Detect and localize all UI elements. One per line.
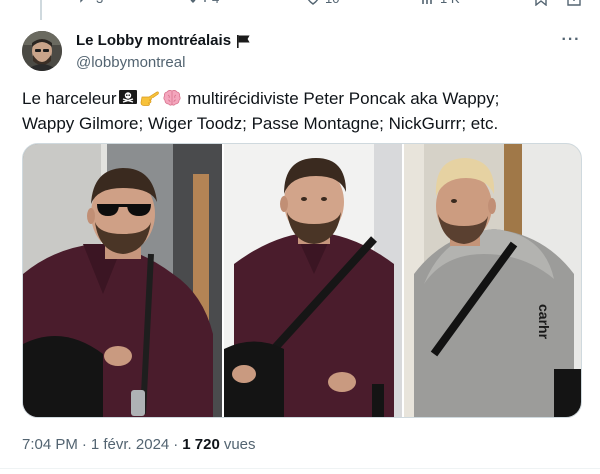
tweet-meta: 7:04 PM · 1 févr. 2024 · 1 720 vues	[22, 436, 256, 453]
views-label: vues	[223, 436, 256, 453]
tweet-line-2: Wappy Gilmore; Wiger Toodz; Passe Montag…	[22, 114, 499, 133]
tweet-text-part: multirécidiviste Peter Poncak aka Wappy;	[182, 89, 500, 108]
bookmark-icon	[535, 0, 547, 6]
display-name[interactable]: Le Lobby montréalais	[76, 32, 231, 49]
author-name-row[interactable]: Le Lobby montréalais	[76, 32, 252, 49]
more-icon: ···	[561, 31, 581, 48]
tweet-text-part: Le harceleur	[22, 89, 117, 108]
photo-1[interactable]	[23, 144, 223, 417]
repost-count: 4	[212, 0, 219, 6]
bookmark-action[interactable]	[534, 0, 548, 6]
tweet-time[interactable]: 7:04 PM	[22, 436, 78, 453]
more-options-button[interactable]: ···	[560, 30, 582, 50]
photo-1-image	[23, 144, 223, 417]
divider	[0, 468, 600, 469]
avatar[interactable]	[22, 31, 62, 71]
photo-3-image: carhr	[403, 144, 581, 417]
reply-icon	[80, 0, 83, 3]
pointing-hand-icon	[140, 91, 159, 106]
views-count: 1 720	[182, 436, 220, 453]
heart-icon	[307, 0, 319, 5]
skull-crossbones-flag-icon	[118, 90, 137, 104]
media-grid[interactable]: carhr	[22, 143, 582, 418]
brain-icon	[162, 90, 181, 106]
meta-separator: ·	[173, 436, 179, 453]
repost-action[interactable]: 4	[190, 0, 219, 6]
reply-count: 3	[96, 0, 103, 6]
share-icon	[567, 0, 581, 6]
like-count: 10	[325, 0, 339, 6]
tweet-text: Le harceleur multirécidiviste Peter Ponc…	[22, 86, 582, 136]
share-action[interactable]	[566, 0, 582, 6]
reply-action[interactable]: 3	[76, 0, 103, 6]
photo-3[interactable]: carhr	[401, 144, 581, 417]
avatar-image	[22, 31, 62, 71]
author-handle[interactable]: @lobbymontreal	[76, 54, 185, 71]
photo-2-image	[224, 144, 402, 417]
views-count-top: 1 K	[440, 0, 460, 6]
repost-icon	[190, 0, 206, 3]
meta-separator: ·	[81, 436, 87, 453]
views-action[interactable]: 1 K	[420, 0, 460, 6]
tweet-date[interactable]: 1 févr. 2024	[91, 436, 169, 453]
bar-chart-icon	[422, 0, 432, 4]
photo-2[interactable]	[222, 144, 402, 417]
svg-text:carhr: carhr	[536, 304, 552, 340]
like-action[interactable]: 10	[305, 0, 339, 6]
tweet-line-1: Le harceleur multirécidiviste Peter Ponc…	[22, 86, 582, 111]
previous-tweet-actions: 3 4 10 1 K	[0, 0, 600, 8]
black-flag-icon	[237, 34, 250, 48]
